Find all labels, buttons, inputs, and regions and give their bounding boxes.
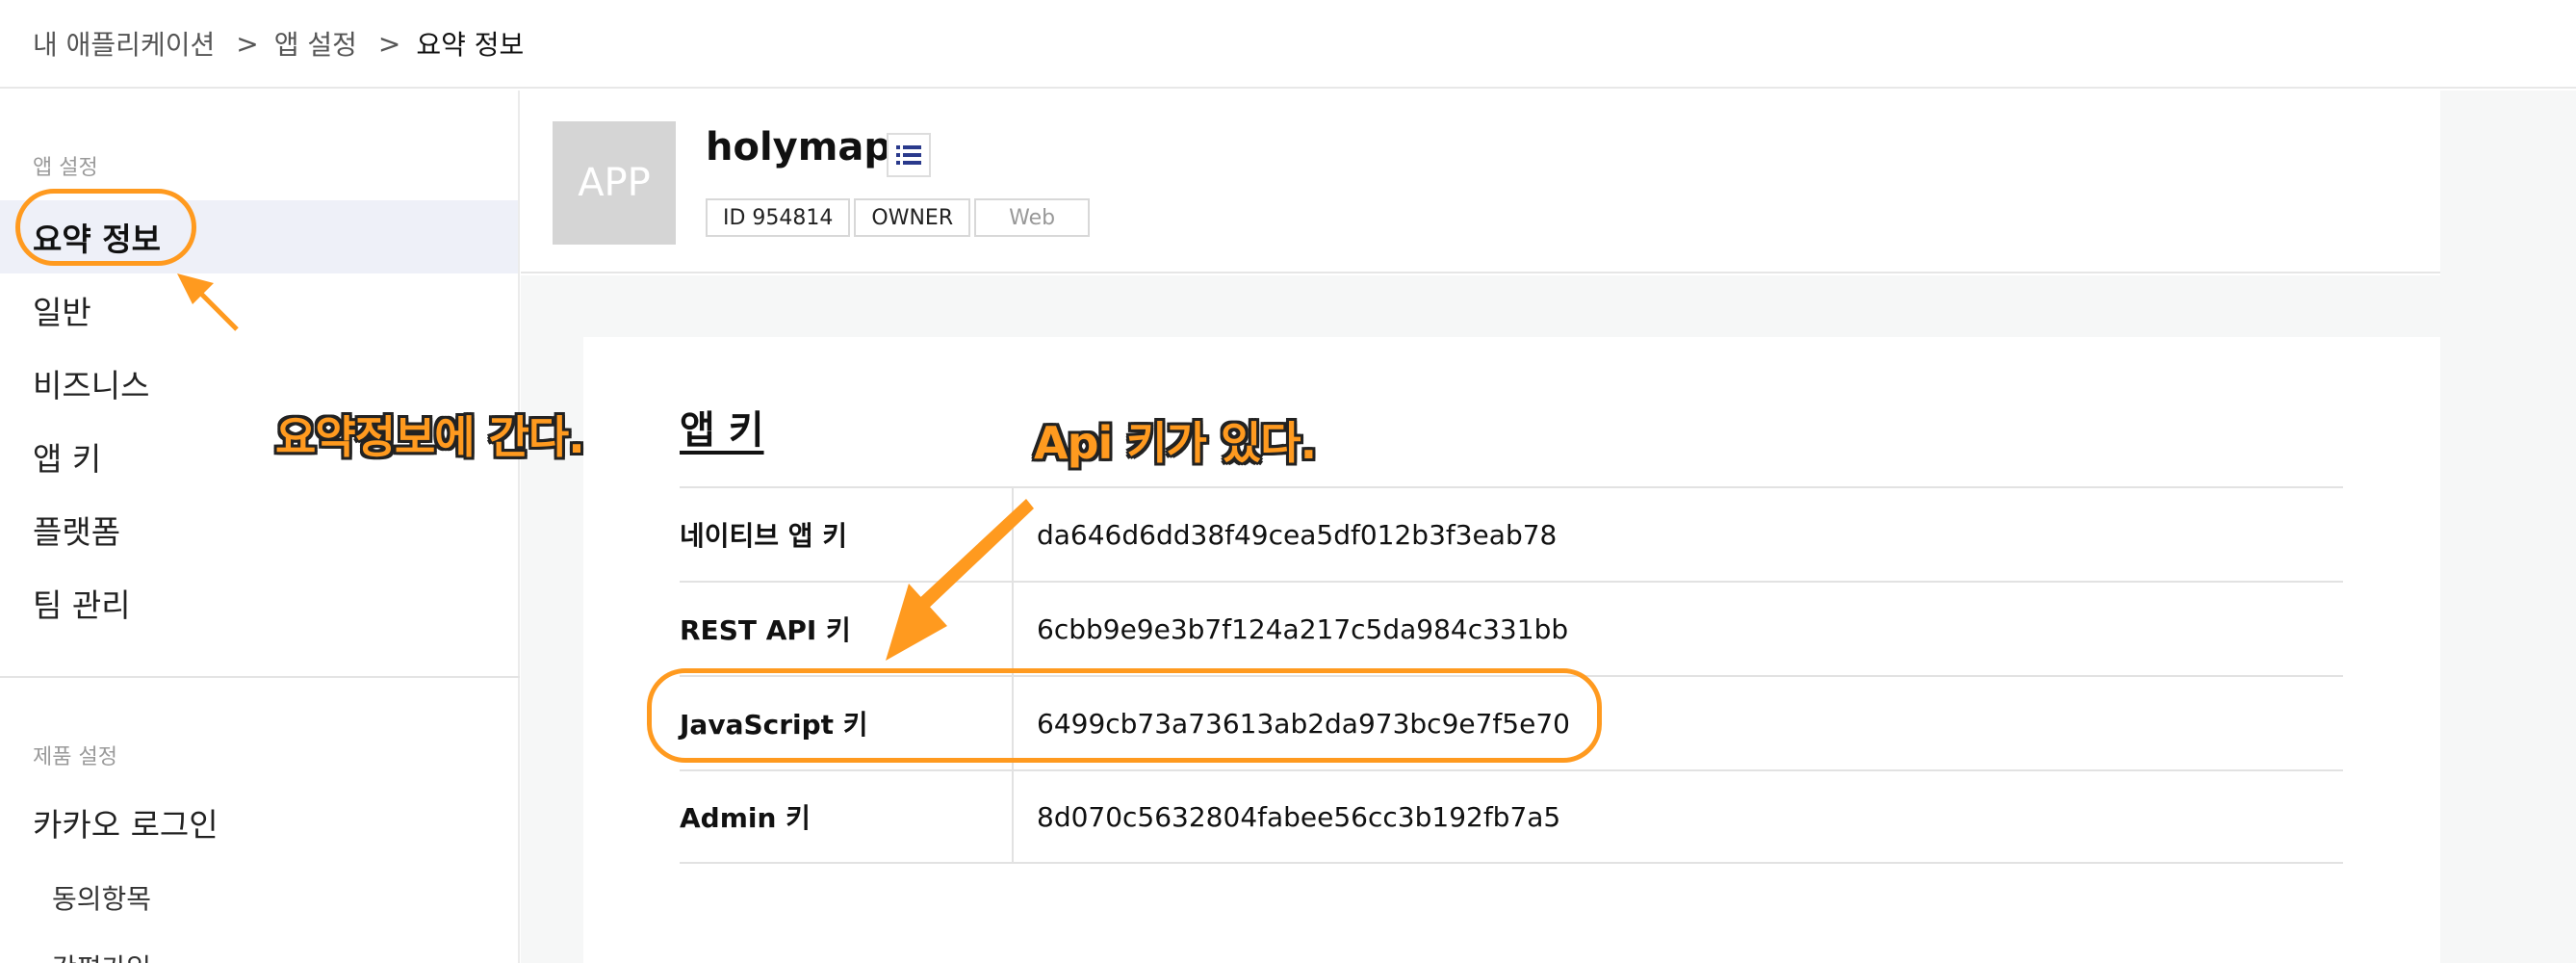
- sidebar-item-general[interactable]: 일반: [0, 273, 518, 347]
- breadcrumb-separator: >: [377, 27, 401, 60]
- app-name: holymap: [706, 125, 892, 169]
- table-row: REST API 키 6cbb9e9e3b7f124a217c5da984c33…: [680, 581, 2343, 675]
- app-keys-card: 앱 키 네이티브 앱 키 da646d6dd38f49cea5df012b3f3…: [583, 337, 2440, 963]
- annotation-note-right: Api 키가 있다.: [1034, 417, 1317, 469]
- app-header: APP holymap ID 954814 OWNER Web: [521, 91, 2440, 273]
- breadcrumb-my-apps[interactable]: 내 애플리케이션: [33, 24, 215, 63]
- key-value[interactable]: da646d6dd38f49cea5df012b3f3eab78: [1014, 519, 1557, 551]
- app-tags: ID 954814 OWNER Web: [706, 198, 1091, 237]
- app-id-tag: ID 954814: [706, 198, 851, 237]
- key-label: Admin 키: [680, 771, 1014, 862]
- sidebar-subitem-simple-signup[interactable]: 간편가입: [52, 948, 151, 963]
- breadcrumb-current: 요약 정보: [416, 29, 525, 61]
- key-value[interactable]: 6cbb9e9e3b7f124a217c5da984c331bb: [1014, 613, 1568, 645]
- role-tag: OWNER: [854, 198, 971, 237]
- sidebar-item-kakao-login[interactable]: 카카오 로그인: [0, 786, 518, 859]
- annotation-highlight-summary: [15, 189, 196, 266]
- sidebar-item-platform[interactable]: 플랫폼: [0, 493, 518, 566]
- app-console-page: 내 애플리케이션 > 앱 설정 > 요약 정보 앱 설정 요약 정보 일반 비즈…: [0, 0, 2576, 963]
- sidebar-group-title: 제품 설정: [33, 745, 117, 769]
- list-icon[interactable]: [887, 133, 931, 177]
- sidebar-subitem-consent[interactable]: 동의항목: [52, 878, 151, 917]
- right-margin: [2440, 91, 2576, 963]
- key-label: 네이티브 앱 키: [680, 488, 1014, 581]
- breadcrumb-app-settings[interactable]: 앱 설정: [274, 24, 357, 63]
- annotation-highlight-javascript-key: [647, 668, 1602, 763]
- sidebar-group-title: 앱 설정: [33, 156, 98, 180]
- table-row: Admin 키 8d070c5632804fabee56cc3b192fb7a5: [680, 769, 2343, 864]
- platform-tag: Web: [974, 198, 1091, 237]
- app-keys-title: 앱 키: [680, 408, 764, 453]
- sidebar-item-team[interactable]: 팀 관리: [0, 566, 518, 639]
- sidebar-divider: [0, 676, 520, 678]
- annotation-note-left: 요약정보에 간다.: [275, 411, 585, 463]
- app-thumbnail: APP: [553, 121, 676, 245]
- breadcrumb-separator: >: [236, 27, 259, 60]
- key-label: REST API 키: [680, 583, 1014, 675]
- table-row: 네이티브 앱 키 da646d6dd38f49cea5df012b3f3eab7…: [680, 486, 2343, 581]
- breadcrumb: 내 애플리케이션 > 앱 설정 > 요약 정보: [0, 0, 2576, 89]
- key-value[interactable]: 8d070c5632804fabee56cc3b192fb7a5: [1014, 801, 1560, 833]
